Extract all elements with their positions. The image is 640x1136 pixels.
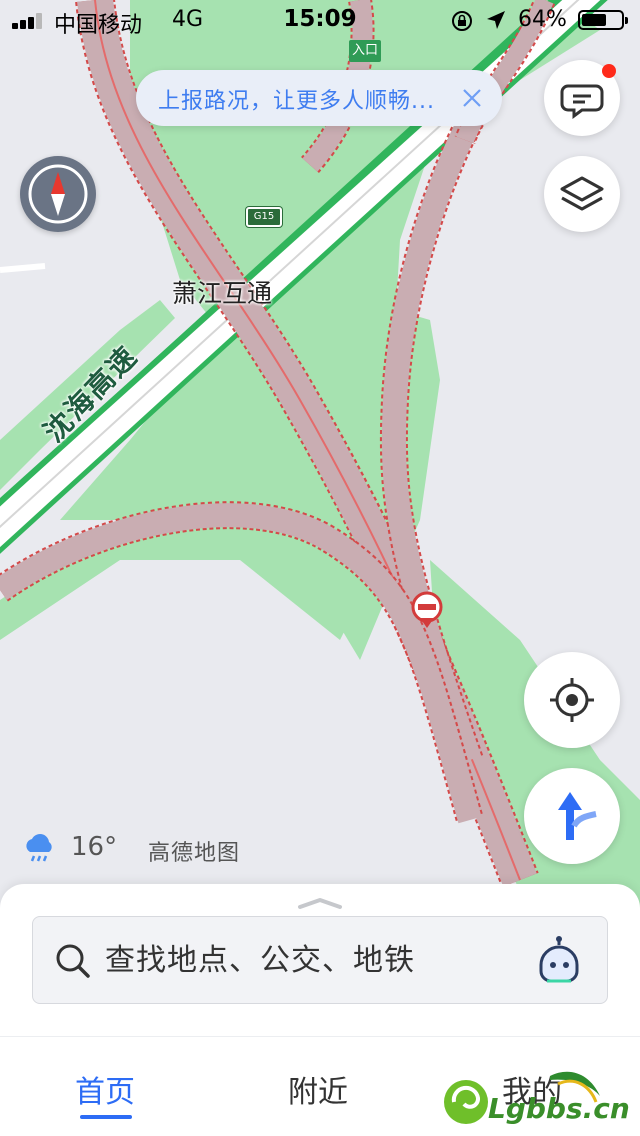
sheet-handle-icon[interactable]: [296, 896, 344, 910]
battery-percent: 64%: [518, 7, 567, 32]
search-icon: [56, 944, 90, 978]
search-bar[interactable]: [32, 916, 608, 1004]
compass-button[interactable]: [20, 156, 96, 232]
active-tab-indicator: [80, 1115, 132, 1119]
search-input[interactable]: [105, 917, 505, 1003]
location-arrow-icon: [487, 11, 505, 29]
route-arrow-icon: [558, 792, 597, 840]
compass-icon: [28, 164, 88, 224]
report-banner-text[interactable]: 上报路况，让更多人顺畅...: [158, 83, 435, 115]
rain-cloud-icon: [26, 834, 52, 862]
locate-me-button[interactable]: [524, 652, 620, 748]
crosshair-icon: [550, 678, 594, 722]
close-icon[interactable]: [460, 86, 484, 110]
message-button[interactable]: [544, 60, 620, 136]
interchange-label[interactable]: 萧江互通: [172, 274, 272, 310]
weather-temperature: 16°: [71, 832, 118, 862]
report-traffic-banner[interactable]: 上报路况，让更多人顺畅...: [136, 70, 502, 126]
layers-icon: [560, 176, 604, 211]
tab-nearby[interactable]: 附近: [288, 1067, 348, 1111]
status-bar: 中国移动 4G 15:09 64%: [0, 0, 640, 40]
tab-home[interactable]: 首页: [75, 1067, 135, 1111]
watermark-text: Lgbbs.cn: [488, 1092, 630, 1125]
notification-dot: [602, 64, 616, 78]
rotation-lock-icon: [452, 11, 472, 31]
entrance-label: 入口: [349, 40, 381, 62]
route-button[interactable]: [524, 768, 620, 864]
layers-button[interactable]: [544, 156, 620, 232]
voice-assistant-icon[interactable]: [533, 935, 585, 987]
side-road: [0, 263, 46, 273]
watermark-logo: Lgbbs.cn: [444, 1071, 630, 1125]
highway-shield: G15: [246, 207, 282, 227]
map-provider-logo: 高德地图: [148, 841, 241, 866]
battery-icon: [578, 10, 628, 30]
